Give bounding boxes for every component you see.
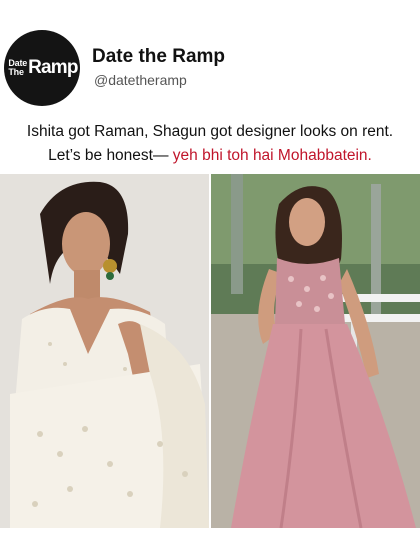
photo-white-saree[interactable] (0, 174, 209, 528)
caption-line-1: Ishita got Raman, Shagun got designer lo… (26, 123, 394, 140)
caption-line-2: Let’s be honest— yeh bhi toh hai Mohabba… (0, 144, 420, 168)
account-name[interactable]: Date the Ramp (92, 46, 225, 68)
caption-accent-text: yeh bhi toh hai Mohabbatein. (172, 147, 372, 164)
brand-logo: Date The Ramp (8, 57, 78, 79)
photo-woman-white-saree-icon (0, 174, 209, 528)
avatar[interactable]: Date The Ramp (4, 30, 80, 106)
photo-pink-gown[interactable] (211, 174, 420, 528)
account-handle[interactable]: @datetheramp (94, 72, 187, 88)
photo-woman-pink-gown-icon (211, 174, 420, 528)
caption-line-2-prefix: Let’s be honest— (48, 147, 173, 164)
logo-text-the: The (8, 67, 24, 77)
logo-text-ramp: Ramp (28, 57, 78, 78)
post-caption: Ishita got Raman, Shagun got designer lo… (0, 120, 420, 168)
post-header: Date The Ramp Date the Ramp @datetheramp (0, 0, 420, 112)
